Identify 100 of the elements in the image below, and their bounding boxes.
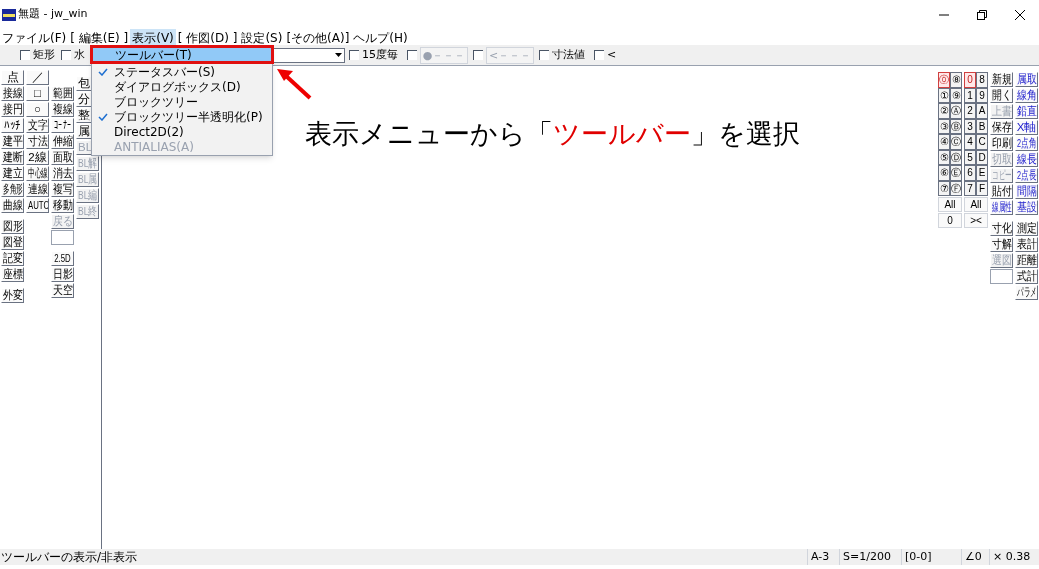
layer-button[interactable]: C (976, 134, 988, 150)
checkbox-label: 15度毎 (362, 46, 398, 63)
checkbox[interactable] (594, 50, 604, 60)
tool-button[interactable]: 中心線 (26, 166, 49, 181)
tool-button[interactable]: 多角形 (1, 182, 24, 197)
tool-button[interactable]: 2.5D (51, 251, 74, 266)
layer-button[interactable]: ④ (938, 134, 950, 150)
tool-button[interactable]: 線角 (1015, 88, 1038, 103)
tool-button[interactable]: 接線 (1, 86, 24, 101)
tool-button[interactable]: 建立 (1, 166, 24, 181)
layer-button[interactable]: ② (938, 103, 950, 119)
menu-item[interactable]: [ 編集(E) ] (68, 29, 131, 45)
tool-button[interactable]: 線長 (1015, 152, 1038, 167)
status-field: × 0.38 (989, 549, 1039, 565)
checkbox[interactable] (20, 50, 30, 60)
tool-button[interactable]: 2点長 (1015, 168, 1038, 183)
tool-button[interactable]: 寸化 (990, 221, 1013, 236)
menu-item[interactable]: [ 作図(D) ] (175, 29, 240, 45)
tool-button[interactable]: 点 (1, 70, 24, 85)
layer-button[interactable]: 8 (976, 72, 988, 88)
menu-item[interactable]: ファイル(F) (0, 29, 69, 45)
tool-button[interactable]: 連線 (26, 182, 49, 197)
checkbox-label: 寸法値 (552, 46, 585, 63)
tool-button[interactable]: 開く (990, 88, 1013, 103)
tool-button[interactable]: パラメ (1015, 285, 1038, 300)
checkbox-label: < (607, 46, 617, 63)
layer-button[interactable]: 4 (964, 134, 976, 150)
input-field[interactable] (51, 230, 74, 245)
tool-button[interactable]: 属取 (1015, 72, 1038, 87)
layer-button[interactable]: 2 (964, 103, 976, 119)
tool-button[interactable]: 接円 (1, 102, 24, 117)
tool-button[interactable]: 間隔 (1015, 184, 1038, 199)
tool-button[interactable]: 基設 (1015, 200, 1038, 215)
minimize-icon (939, 13, 949, 16)
tool-button[interactable]: 天空 (51, 283, 74, 298)
tool-button[interactable]: X軸 (1015, 120, 1038, 135)
tool-button[interactable]: 面取 (51, 150, 74, 165)
layer-button[interactable]: 0 (964, 72, 976, 88)
all-layers-button[interactable]: All (938, 197, 962, 212)
checkbox[interactable] (407, 50, 417, 60)
layer-button[interactable]: ⑥ (938, 165, 950, 181)
status-field: ∠0 (961, 549, 989, 565)
tool-button[interactable]: 2点角 (1015, 136, 1038, 151)
tool-button[interactable]: 式計 (1015, 269, 1038, 284)
layer-button[interactable]: E (976, 165, 988, 181)
tool-button[interactable]: 印刷 (990, 136, 1013, 151)
layer-button[interactable]: ⑧ (950, 72, 962, 88)
tool-button[interactable]: 図登 (1, 235, 24, 250)
checkbox[interactable] (349, 50, 359, 60)
input-field[interactable] (990, 269, 1013, 284)
layer-button[interactable]: A (976, 103, 988, 119)
tool-button[interactable]: 寸法 (26, 134, 49, 149)
menu-item[interactable]: ステータスバー(S) (92, 64, 272, 79)
layer-button[interactable]: Ⓐ (950, 103, 962, 119)
tool-button[interactable]: □ (26, 86, 49, 101)
menu-item[interactable]: [その他(A)] (284, 29, 352, 45)
tool-button[interactable]: 新規 (990, 72, 1013, 87)
tool-button[interactable]: 消去 (51, 166, 74, 181)
checkbox[interactable] (539, 50, 549, 60)
layer-button[interactable]: ⓪ (938, 72, 950, 88)
tool-button[interactable]: 2線 (26, 150, 49, 165)
all-layers-button[interactable]: All (964, 197, 988, 212)
tool-button[interactable]: 複線 (51, 102, 74, 117)
tool-button[interactable]: 複写 (51, 182, 74, 197)
tool-button[interactable]: 文字 (26, 118, 49, 133)
close-icon (1015, 9, 1025, 20)
tool-button[interactable]: 寸解 (990, 237, 1013, 252)
tool-button[interactable]: 外変 (1, 288, 24, 303)
tool-button[interactable]: 図形 (1, 219, 24, 234)
tool-button[interactable]: 建断 (1, 150, 24, 165)
tool-button[interactable]: 鉛直 (1015, 104, 1038, 119)
checkbox[interactable] (61, 50, 71, 60)
tool-button[interactable]: 表計 (1015, 237, 1038, 252)
layer-button[interactable]: Ⓒ (950, 134, 962, 150)
tool-button[interactable]: 曲線 (1, 198, 24, 213)
tool-button[interactable]: ﾊｯﾁ (1, 118, 24, 133)
tool-button[interactable]: 建平 (1, 134, 24, 149)
tool-button[interactable]: ○ (26, 102, 49, 117)
layer-group-button[interactable]: >< (964, 213, 988, 228)
layer-button[interactable]: Ⓔ (950, 165, 962, 181)
menu-item[interactable]: 表示(V) (130, 29, 176, 45)
tool-button[interactable]: 貼付 (990, 184, 1013, 199)
tool-button[interactable]: 伸縮 (51, 134, 74, 149)
tool-button[interactable]: 範囲 (51, 86, 74, 101)
checkbox[interactable] (473, 50, 483, 60)
tool-button[interactable]: ｺｰﾅｰ (51, 118, 74, 133)
tool-button[interactable]: 線属性 (990, 200, 1013, 215)
menu-item[interactable]: 設定(S) (239, 29, 285, 45)
tool-button[interactable]: 保存 (990, 120, 1013, 135)
tool-button[interactable]: 距離 (1015, 253, 1038, 268)
layer-button[interactable]: 6 (964, 165, 976, 181)
tool-button[interactable]: 日影 (51, 267, 74, 282)
tool-button[interactable]: 測定 (1015, 221, 1038, 236)
tool-button[interactable]: ／ (26, 70, 49, 85)
tool-button[interactable]: 座標 (1, 267, 24, 282)
tool-button[interactable]: 移動 (51, 198, 74, 213)
menu-item[interactable]: ツールバー(T) (90, 45, 274, 64)
menu-item[interactable]: ヘルプ(H) (351, 29, 410, 45)
layer-group-button[interactable]: 0 (938, 213, 962, 228)
tool-button[interactable]: 記変 (1, 251, 24, 266)
